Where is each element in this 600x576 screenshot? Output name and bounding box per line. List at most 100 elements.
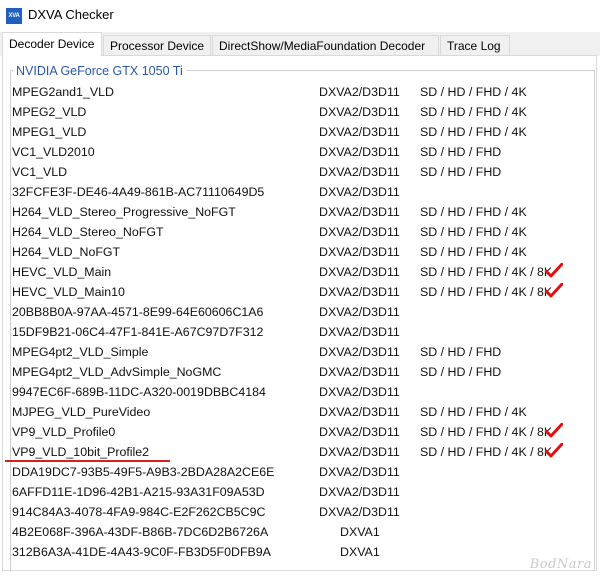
checkmark-icon bbox=[545, 263, 563, 278]
decoder-api: DXVA2/D3D11 bbox=[319, 345, 400, 359]
decoder-resolutions: SD / HD / FHD bbox=[420, 365, 502, 379]
decoder-name: VC1_VLD2010 bbox=[12, 145, 95, 159]
decoder-row[interactable]: 312B6A3A-41DE-4A43-9C0F-FB3D5F0DFB9A DXVA… bbox=[0, 542, 600, 562]
decoder-api: DXVA2/D3D11 bbox=[319, 145, 400, 159]
decoder-api: DXVA2/D3D11 bbox=[319, 305, 400, 319]
decoder-api: DXVA2/D3D11 bbox=[319, 425, 400, 439]
decoder-row[interactable]: MPEG2and1_VLD DXVA2/D3D11 SD / HD / FHD / … bbox=[0, 82, 600, 102]
decoder-api: DXVA1 bbox=[340, 545, 380, 559]
app-icon: XVA bbox=[6, 8, 22, 24]
decoder-name: HEVC_VLD_Main10 bbox=[12, 285, 125, 299]
decoder-api: DXVA2/D3D11 bbox=[319, 245, 400, 259]
decoder-api: DXVA2/D3D11 bbox=[319, 405, 400, 419]
decoder-row[interactable]: 914C84A3-4078-4FA9-984C-E2F262CB5C9C DXVA… bbox=[0, 502, 600, 522]
decoder-api: DXVA2/D3D11 bbox=[319, 165, 400, 179]
decoder-row[interactable]: H264_VLD_Stereo_Progressive_NoFGT DXVA2/D… bbox=[0, 202, 600, 222]
checkmark-icon bbox=[545, 443, 563, 458]
decoder-resolutions: SD / HD / FHD / 4K bbox=[420, 245, 527, 259]
decoder-resolutions: SD / HD / FHD / 4K bbox=[420, 205, 527, 219]
decoder-resolutions: SD / HD / FHD / 4K / 8K bbox=[420, 265, 553, 279]
decoder-row[interactable]: 32FCFE3F-DE46-4A49-861B-AC71110649D5 DXVA… bbox=[0, 182, 600, 202]
decoder-row[interactable]: VP9_VLD_Profile0 DXVA2/D3D11 SD / HD / FHD… bbox=[0, 422, 600, 442]
decoder-name: 312B6A3A-41DE-4A43-9C0F-FB3D5F0DFB9A bbox=[12, 545, 271, 559]
gpu-name-label: NVIDIA GeForce GTX 1050 Ti bbox=[13, 64, 186, 78]
decoder-row[interactable]: MPEG4pt2_VLD_Simple DXVA2/D3D11 SD / HD / … bbox=[0, 342, 600, 362]
decoder-api: DXVA2/D3D11 bbox=[319, 485, 400, 499]
decoder-api: DXVA2/D3D11 bbox=[319, 185, 400, 199]
decoder-name: MPEG4pt2_VLD_Simple bbox=[12, 345, 149, 359]
window-title: DXVA Checker bbox=[28, 7, 114, 22]
decoder-api: DXVA2/D3D11 bbox=[319, 365, 400, 379]
decoder-api: DXVA2/D3D11 bbox=[319, 465, 400, 479]
decoder-api: DXVA1 bbox=[340, 525, 380, 539]
decoder-name: 914C84A3-4078-4FA9-984C-E2F262CB5C9C bbox=[12, 505, 266, 519]
decoder-resolutions: SD / HD / FHD / 4K bbox=[420, 125, 527, 139]
highlight-underline bbox=[5, 460, 170, 462]
decoder-resolutions: SD / HD / FHD / 4K bbox=[420, 225, 527, 239]
tab-trace-log[interactable]: Trace Log bbox=[440, 35, 510, 55]
decoder-resolutions: SD / HD / FHD / 4K bbox=[420, 85, 527, 99]
decoder-resolutions: SD / HD / FHD / 4K / 8K bbox=[420, 285, 553, 299]
decoder-api: DXVA2/D3D11 bbox=[319, 105, 400, 119]
tab-decoder-device[interactable]: Decoder Device bbox=[2, 32, 102, 56]
decoder-name: 15DF9B21-06C4-47F1-841E-A67C97D7F312 bbox=[12, 325, 264, 339]
decoder-name: HEVC_VLD_Main bbox=[12, 265, 112, 279]
decoder-api: DXVA2/D3D11 bbox=[319, 265, 400, 279]
decoder-row[interactable]: MPEG1_VLD DXVA2/D3D11 SD / HD / FHD / 4K bbox=[0, 122, 600, 142]
tab-directshow-mediafoundation-decoder[interactable]: DirectShow/MediaFoundation Decoder bbox=[212, 35, 439, 55]
decoder-api: DXVA2/D3D11 bbox=[319, 205, 400, 219]
checkmark-icon bbox=[545, 423, 563, 438]
decoder-name: VP9_VLD_10bit_Profile2 bbox=[12, 445, 150, 459]
tab-processor-device[interactable]: Processor Device bbox=[103, 35, 211, 55]
decoder-resolutions: SD / HD / FHD / 4K bbox=[420, 405, 527, 419]
decoder-name: H264_VLD_Stereo_NoFGT bbox=[12, 225, 164, 239]
decoder-resolutions: SD / HD / FHD bbox=[420, 345, 502, 359]
decoder-row[interactable]: 9947EC6F-689B-11DC-A320-0019DBBC4184 DXVA… bbox=[0, 382, 600, 402]
watermark: BodNara bbox=[529, 557, 592, 572]
decoder-name: MPEG1_VLD bbox=[12, 125, 87, 139]
decoder-api: DXVA2/D3D11 bbox=[319, 505, 400, 519]
decoder-name: H264_VLD_NoFGT bbox=[12, 245, 121, 259]
decoder-name: 6AFFD11E-1D96-42B1-A215-93A31F09A53D bbox=[12, 485, 265, 499]
decoder-name: VP9_VLD_Profile0 bbox=[12, 425, 116, 439]
decoder-row[interactable]: HEVC_VLD_Main DXVA2/D3D11 SD / HD / FHD / … bbox=[0, 262, 600, 282]
decoder-resolutions: SD / HD / FHD / 4K / 8K bbox=[420, 425, 553, 439]
decoder-resolutions: SD / HD / FHD bbox=[420, 165, 502, 179]
decoder-row[interactable]: 20BB8B0A-97AA-4571-8E99-64E60606C1A6 DXVA… bbox=[0, 302, 600, 322]
tab-strip: Decoder Device Processor Device DirectSh… bbox=[0, 32, 600, 56]
decoder-row[interactable]: DDA19DC7-93B5-49F5-A9B3-2BDA28A2CE6E DXVA… bbox=[0, 462, 600, 482]
decoder-row[interactable]: VP9_VLD_10bit_Profile2 DXVA2/D3D11 SD / HD… bbox=[0, 442, 600, 462]
decoder-name: 4B2E068F-396A-43DF-B86B-7DC6D2B6726A bbox=[12, 525, 269, 539]
decoder-api: DXVA2/D3D11 bbox=[319, 445, 400, 459]
decoder-api: DXVA2/D3D11 bbox=[319, 285, 400, 299]
decoder-name: 32FCFE3F-DE46-4A49-861B-AC71110649D5 bbox=[12, 185, 265, 199]
decoder-name: H264_VLD_Stereo_Progressive_NoFGT bbox=[12, 205, 236, 219]
decoder-row[interactable]: MPEG4pt2_VLD_AdvSimple_NoGMC DXVA2/D3D11 S… bbox=[0, 362, 600, 382]
checkmark-icon bbox=[545, 283, 563, 298]
decoder-api: DXVA2/D3D11 bbox=[319, 225, 400, 239]
decoder-name: MPEG4pt2_VLD_AdvSimple_NoGMC bbox=[12, 365, 222, 379]
decoder-name: MJPEG_VLD_PureVideo bbox=[12, 405, 151, 419]
decoder-row[interactable]: HEVC_VLD_Main10 DXVA2/D3D11 SD / HD / FHD … bbox=[0, 282, 600, 302]
decoder-row[interactable]: H264_VLD_NoFGT DXVA2/D3D11 SD / HD / FHD /… bbox=[0, 242, 600, 262]
decoder-row[interactable]: 15DF9B21-06C4-47F1-841E-A67C97D7F312 DXVA… bbox=[0, 322, 600, 342]
decoder-resolutions: SD / HD / FHD / 4K / 8K bbox=[420, 445, 553, 459]
decoder-row[interactable]: VC1_VLD DXVA2/D3D11 SD / HD / FHD bbox=[0, 162, 600, 182]
decoder-row[interactable]: MJPEG_VLD_PureVideo DXVA2/D3D11 SD / HD / … bbox=[0, 402, 600, 422]
decoder-name: VC1_VLD bbox=[12, 165, 68, 179]
decoder-resolutions: SD / HD / FHD bbox=[420, 145, 502, 159]
decoder-row[interactable]: MPEG2_VLD DXVA2/D3D11 SD / HD / FHD / 4K bbox=[0, 102, 600, 122]
decoder-api: DXVA2/D3D11 bbox=[319, 85, 400, 99]
decoder-name: 9947EC6F-689B-11DC-A320-0019DBBC4184 bbox=[12, 385, 266, 399]
decoder-row[interactable]: 4B2E068F-396A-43DF-B86B-7DC6D2B6726A DXVA… bbox=[0, 522, 600, 542]
decoder-api: DXVA2/D3D11 bbox=[319, 325, 400, 339]
decoder-name: 20BB8B0A-97AA-4571-8E99-64E60606C1A6 bbox=[12, 305, 264, 319]
decoder-api: DXVA2/D3D11 bbox=[319, 125, 400, 139]
decoder-row[interactable]: VC1_VLD2010 DXVA2/D3D11 SD / HD / FHD bbox=[0, 142, 600, 162]
decoder-row[interactable]: 6AFFD11E-1D96-42B1-A215-93A31F09A53D DXVA… bbox=[0, 482, 600, 502]
decoder-resolutions: SD / HD / FHD / 4K bbox=[420, 105, 527, 119]
decoder-row[interactable]: H264_VLD_Stereo_NoFGT DXVA2/D3D11 SD / HD … bbox=[0, 222, 600, 242]
decoder-name: DDA19DC7-93B5-49F5-A9B3-2BDA28A2CE6E bbox=[12, 465, 275, 479]
decoder-api: DXVA2/D3D11 bbox=[319, 385, 400, 399]
decoder-name: MPEG2and1_VLD bbox=[12, 85, 114, 99]
